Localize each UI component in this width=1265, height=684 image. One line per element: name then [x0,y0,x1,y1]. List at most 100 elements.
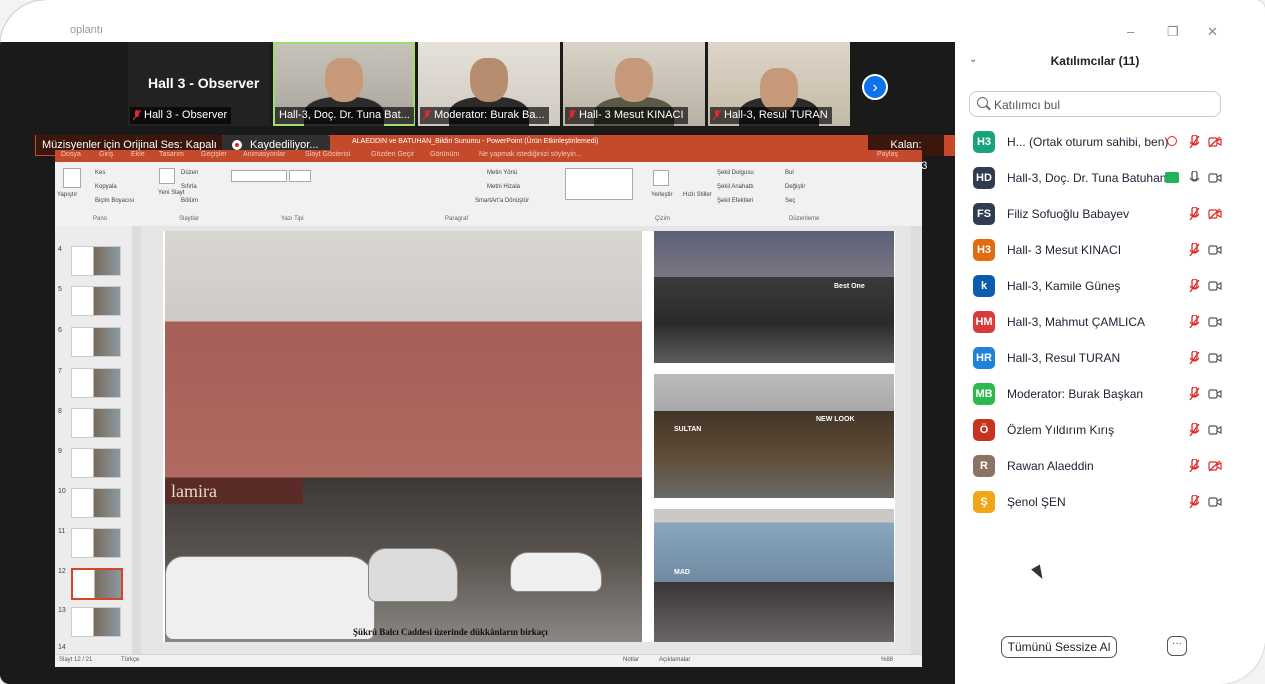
slide-thumbnail[interactable] [71,286,121,316]
muted-mic-icon[interactable] [1189,387,1200,401]
participant-row[interactable]: Ş Şenol ŞEN [955,484,1235,520]
video-tile[interactable]: Hall-3, Doç. Dr. Tuna Bat... [273,42,415,126]
tab-transitions[interactable]: Geçişler [201,151,227,158]
participant-row[interactable]: FS Filiz Sofuoğlu Babayev [955,196,1235,232]
slide-thumbnail[interactable] [71,488,121,518]
video-tile[interactable]: Hall-3, Resul TURAN [708,42,850,126]
slide-thumbnail[interactable] [71,327,121,357]
muted-mic-icon[interactable] [1189,351,1200,365]
participant-search[interactable] [969,91,1221,117]
find-button[interactable]: Bul [785,170,794,176]
arrange-button[interactable]: Yerleştir [651,192,672,198]
restore-icon[interactable]: ❐ [1167,24,1179,40]
video-icon[interactable] [1208,244,1222,256]
shape-effects-button[interactable]: Şekil Efektleri [717,198,753,204]
video-icon[interactable] [1208,424,1222,436]
search-input[interactable] [992,95,1216,115]
participant-row[interactable]: HD Hall-3, Doç. Dr. Tuna Batuhan [955,160,1235,196]
tab-design[interactable]: Tasarım [159,151,184,158]
tab-insert[interactable]: Ekle [131,151,145,158]
slide-thumbnail[interactable] [71,528,121,558]
avatar: FS [973,203,995,225]
tile-name-label: Hall-3, Doç. Dr. Tuna Bat... [275,107,414,124]
thumb-number: 14 [58,644,66,651]
muted-mic-icon[interactable] [1189,135,1200,149]
tab-slideshow[interactable]: Slayt Gösterisi [305,151,350,158]
participant-name: Hall-3, Resul TURAN [1007,351,1121,365]
participant-row[interactable]: H3 Hall- 3 Mesut KINACI [955,232,1235,268]
muted-mic-icon[interactable] [1189,459,1200,473]
video-off-icon[interactable] [1208,136,1222,148]
close-icon[interactable]: ✕ [1207,24,1218,40]
muted-mic-icon[interactable] [1189,279,1200,293]
more-button[interactable]: ··· [1167,636,1187,656]
shape-outline-button[interactable]: Şekil Anahattı [717,184,754,190]
video-off-icon[interactable] [1208,208,1222,220]
reset-button[interactable]: Sıfırla [181,184,197,190]
smartart-button[interactable]: SmartArt'a Dönüştür [475,198,529,204]
muted-mic-icon[interactable] [1189,207,1200,221]
slide-thumbnail-selected[interactable] [71,568,123,600]
select-button[interactable]: Seç [785,198,795,204]
notes-button[interactable]: Notlar [623,657,639,663]
tab-file[interactable]: Dosya [61,151,81,158]
cut-button[interactable]: Kes [95,170,105,176]
tab-review[interactable]: Gözden Geçir [371,151,414,158]
comments-button[interactable]: Açıklamalar [659,657,690,663]
font-name-box[interactable] [231,170,287,182]
tab-home[interactable]: Giriş [99,151,113,158]
paste-button[interactable]: Yapıştır [57,192,77,198]
section-button[interactable]: Bölüm [181,198,198,204]
text-direction-button[interactable]: Metin Yönü [487,170,517,176]
video-icon[interactable] [1208,496,1222,508]
shapes-gallery[interactable] [565,168,633,200]
muted-mic-icon[interactable] [1189,243,1200,257]
muted-mic-icon[interactable] [1189,423,1200,437]
participant-row[interactable]: HR Hall-3, Resul TURAN [955,340,1235,376]
replace-button[interactable]: Değiştir [785,184,805,190]
mute-all-button[interactable]: Tümünü Sessize Al [1001,636,1117,658]
layout-button[interactable]: Düzen [181,170,198,176]
slide-scrollbar[interactable] [911,226,921,654]
format-painter-button[interactable]: Biçim Boyacısı [95,198,134,204]
participant-row[interactable]: MB Moderator: Burak Başkan [955,376,1235,412]
slide-thumbnail[interactable] [71,368,121,398]
share-button[interactable]: Paylaş [877,151,898,158]
zoom-level[interactable]: %88 [881,657,893,663]
font-size-box[interactable] [289,170,311,182]
thumb-number: 10 [58,488,66,495]
participant-row[interactable]: k Hall-3, Kamile Güneş [955,268,1235,304]
slide-thumbnail[interactable] [71,448,121,478]
participant-row[interactable]: HM Hall-3, Mahmut ÇAMLICA [955,304,1235,340]
video-off-icon[interactable] [1208,460,1222,472]
video-tile[interactable]: Hall- 3 Mesut KINACI [563,42,705,126]
video-tile[interactable]: Moderator: Burak Ba... [418,42,560,126]
participant-row[interactable]: H3 H... (Ortak oturum sahibi, ben) [955,124,1235,160]
participant-row[interactable]: Ö Özlem Yıldırım Kırış [955,412,1235,448]
align-text-button[interactable]: Metni Hizala [487,184,520,190]
slide-thumbnail[interactable] [71,408,121,438]
shape-fill-button[interactable]: Şekil Dolgusu [717,170,754,176]
participant-row[interactable]: R Rawan Alaeddin [955,448,1235,484]
observer-tile[interactable]: Hall 3 - Observer Hall 3 - Observer [128,42,270,126]
shop-sign: lamira [165,478,303,504]
slide-thumbnail[interactable] [71,246,121,276]
video-icon[interactable] [1208,388,1222,400]
muted-mic-icon[interactable] [1189,495,1200,509]
tab-animations[interactable]: Animasyonlar [243,151,285,158]
quick-styles-button[interactable]: Hızlı Stiller [683,192,712,198]
minimize-icon[interactable]: – [1127,24,1134,39]
video-icon[interactable] [1208,280,1222,292]
tell-me-box[interactable]: Ne yapmak istediğinizi söyleyin... [479,151,582,158]
video-icon[interactable] [1208,172,1222,184]
copy-button[interactable]: Kopyala [95,184,117,190]
slide-thumbnail[interactable] [71,607,121,637]
tab-view[interactable]: Görünüm [430,151,459,158]
muted-mic-icon[interactable] [1189,315,1200,329]
thumbnail-scrollbar[interactable] [132,226,141,654]
next-page-button[interactable]: › [862,74,888,100]
video-icon[interactable] [1208,352,1222,364]
mic-icon[interactable] [1189,171,1200,185]
video-icon[interactable] [1208,316,1222,328]
new-slide-button[interactable]: Yeni Slayt [158,190,184,196]
